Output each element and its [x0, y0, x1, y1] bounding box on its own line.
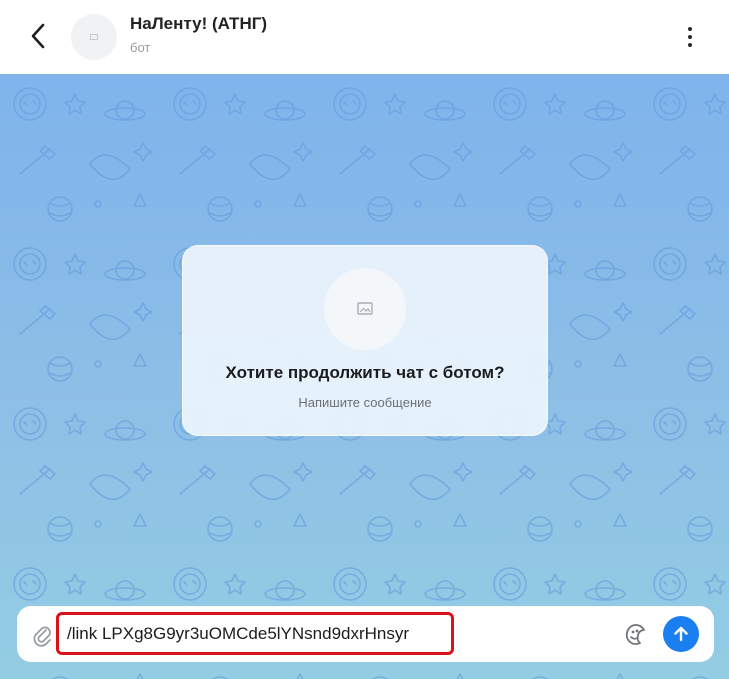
- chat-header: НаЛенту! (АТНГ) бот: [0, 0, 729, 74]
- attach-button[interactable]: [31, 623, 53, 647]
- image-placeholder-icon: [357, 302, 373, 315]
- more-menu-button[interactable]: [678, 24, 702, 50]
- sticker-icon: [625, 624, 645, 645]
- intro-title: Хотите продолжить чат с ботом?: [225, 363, 505, 382]
- send-button[interactable]: [663, 616, 699, 652]
- message-composer: [17, 606, 714, 662]
- message-input[interactable]: [56, 612, 454, 655]
- sticker-button[interactable]: [623, 622, 649, 648]
- paperclip-icon: [33, 626, 51, 647]
- intro-subtitle: Напишите сообщение: [298, 395, 432, 410]
- more-vertical-icon: [688, 27, 692, 47]
- chat-subtitle: бот: [130, 40, 151, 55]
- chevron-left-icon: [31, 23, 45, 49]
- image-placeholder-icon: [90, 34, 98, 40]
- bot-intro-picture: [324, 268, 406, 350]
- chat-title[interactable]: НаЛенту! (АТНГ): [130, 14, 267, 34]
- bot-intro-card: Хотите продолжить чат с ботом? Напишите …: [182, 245, 548, 436]
- back-button[interactable]: [22, 18, 56, 54]
- chat-area: Хотите продолжить чат с ботом? Напишите …: [0, 74, 729, 679]
- bot-avatar[interactable]: [71, 14, 117, 60]
- arrow-up-icon: [674, 626, 688, 642]
